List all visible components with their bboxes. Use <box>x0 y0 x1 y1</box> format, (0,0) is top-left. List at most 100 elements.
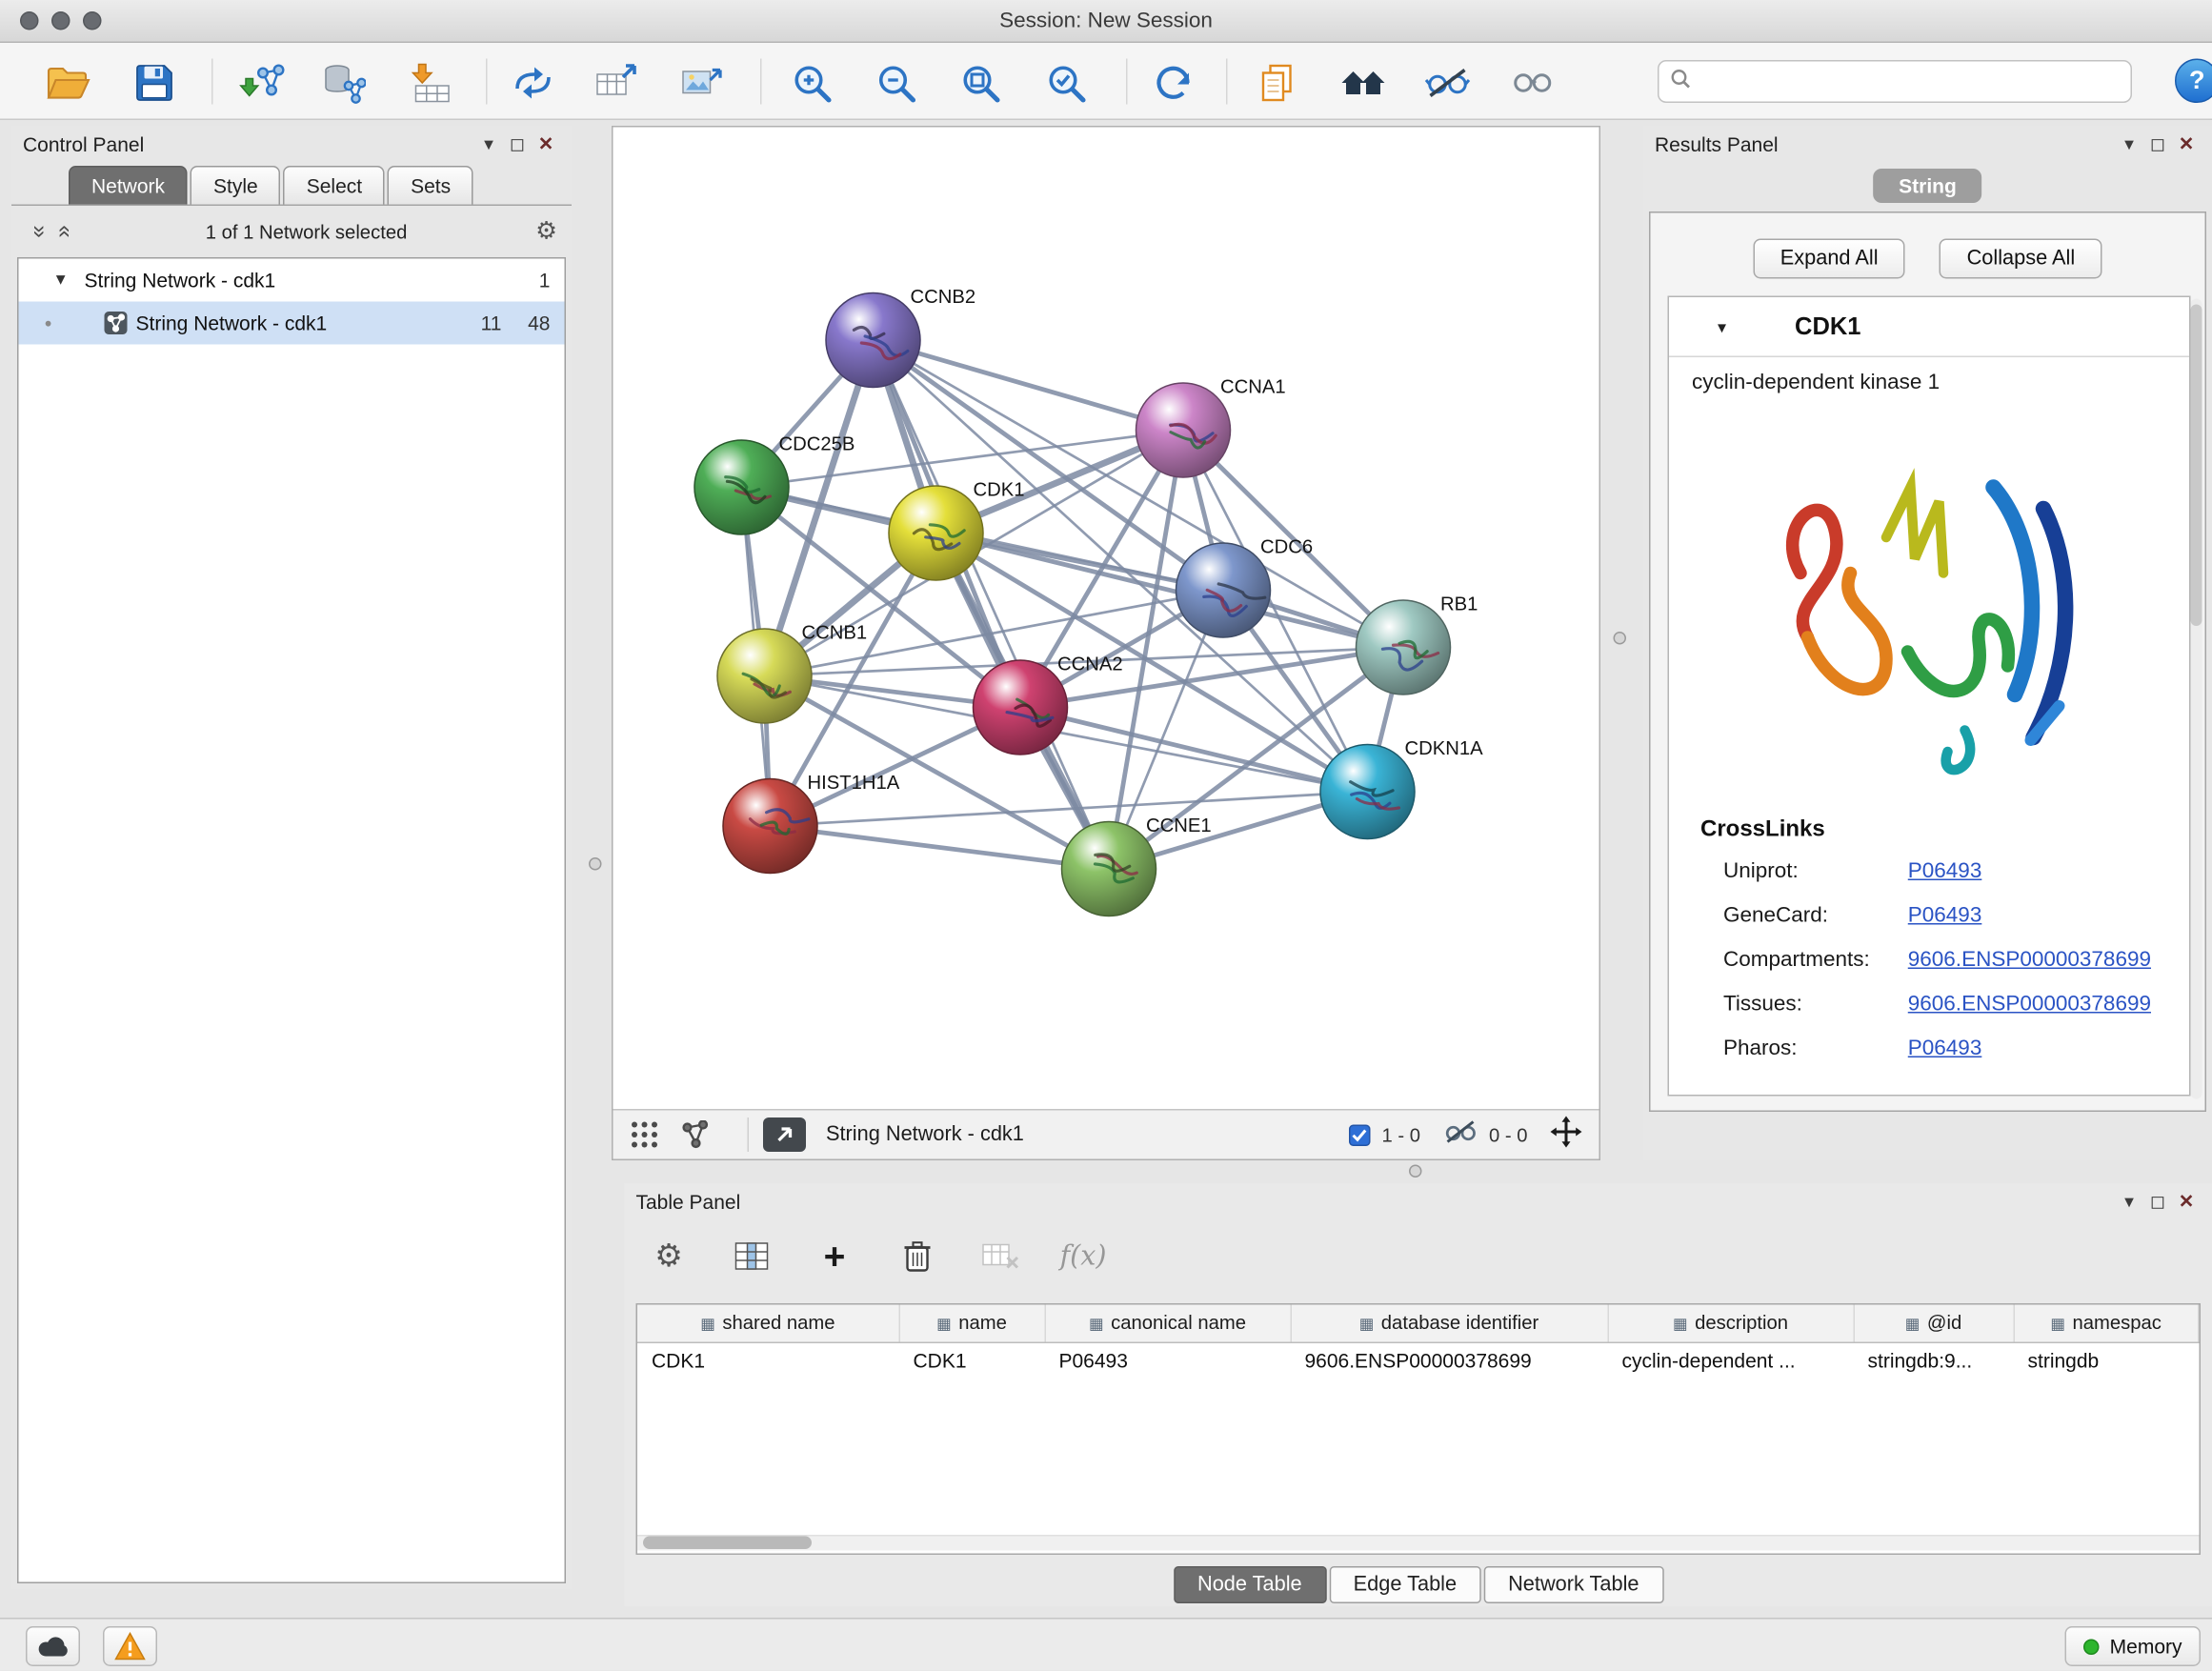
collapse-all-button[interactable]: Collapse All <box>1940 239 2102 279</box>
panel-float-icon[interactable]: ◻ <box>2143 133 2172 156</box>
network-graph[interactable]: CCNB2CCNA1CDC25BCDK1CDC6RB1CCNB1CCNA2CDK… <box>613 128 1599 1110</box>
cell-description[interactable]: cyclin-dependent ... <box>1608 1342 1854 1379</box>
panel-close-icon[interactable]: ✕ <box>2172 1191 2201 1214</box>
expand-all-icon[interactable]: » <box>51 219 77 245</box>
network-node-cdk1[interactable] <box>889 486 983 580</box>
zoom-out-icon[interactable] <box>871 57 922 109</box>
column-header-description[interactable]: ▦description <box>1608 1305 1854 1342</box>
memory-button[interactable]: Memory <box>2065 1626 2201 1666</box>
table-row[interactable]: CDK1 CDK1 P06493 9606.ENSP00000378699 cy… <box>637 1342 2199 1379</box>
zoom-in-icon[interactable] <box>786 57 837 109</box>
export-table-icon[interactable] <box>591 57 642 109</box>
table-options-gear-icon[interactable]: ⚙ <box>648 1235 691 1278</box>
splitter-grip[interactable] <box>1614 632 1627 645</box>
panel-close-icon[interactable]: ✕ <box>2172 133 2201 156</box>
network-tree-child-row[interactable]: ● String Network - cdk1 11 48 <box>19 302 565 345</box>
cell-canonical-name[interactable]: P06493 <box>1045 1342 1291 1379</box>
column-header-namespace[interactable]: ▦namespac <box>2014 1305 2199 1342</box>
results-scrollbar[interactable] <box>2191 299 2202 1099</box>
column-header-database-identifier[interactable]: ▦database identifier <box>1291 1305 1608 1342</box>
expand-all-button[interactable]: Expand All <box>1753 239 1905 279</box>
uniprot-link[interactable]: P06493 <box>1908 859 1982 884</box>
network-node-ccnb2[interactable] <box>826 293 920 388</box>
cell-name[interactable]: CDK1 <box>899 1342 1045 1379</box>
table-hscrollbar-thumb[interactable] <box>643 1537 812 1550</box>
cell-shared-name[interactable]: CDK1 <box>637 1342 899 1379</box>
cloud-button[interactable] <box>26 1626 80 1666</box>
network-node-hist1h1a[interactable] <box>723 779 817 874</box>
import-network-database-icon[interactable] <box>319 57 371 109</box>
save-session-icon[interactable] <box>129 57 180 109</box>
import-network-file-icon[interactable] <box>236 57 288 109</box>
zoom-selected-icon[interactable] <box>1040 57 1092 109</box>
network-node-ccnb1[interactable] <box>717 629 812 723</box>
hidden-eye-slash-icon[interactable] <box>1443 1118 1478 1152</box>
function-builder-icon[interactable]: f(x) <box>1062 1235 1105 1278</box>
network-edge[interactable] <box>771 826 1110 869</box>
tissues-link[interactable]: 9606.ENSP00000378699 <box>1908 992 2151 1017</box>
help-button[interactable]: ? <box>2175 59 2212 104</box>
section-expand-icon[interactable]: ▾ <box>1718 316 1726 336</box>
genecard-link[interactable]: P06493 <box>1908 903 1982 928</box>
network-node-ccne1[interactable] <box>1062 822 1156 916</box>
refresh-icon[interactable] <box>1148 57 1199 109</box>
warnings-button[interactable] <box>103 1626 157 1666</box>
tab-network[interactable]: Network <box>69 166 188 205</box>
hide-unhide-icon[interactable] <box>1422 57 1474 109</box>
column-header-canonical-name[interactable]: ▦canonical name <box>1045 1305 1291 1342</box>
tab-edge-table[interactable]: Edge Table <box>1329 1566 1480 1603</box>
network-node-cdkn1a[interactable] <box>1320 745 1415 839</box>
network-node-rb1[interactable] <box>1357 600 1451 695</box>
panel-close-icon[interactable]: ✕ <box>532 133 560 156</box>
panel-float-icon[interactable]: ◻ <box>2143 1191 2172 1214</box>
network-node-cdc6[interactable] <box>1176 543 1271 637</box>
birdseye-view-icon[interactable] <box>682 1120 711 1149</box>
home-icon[interactable] <box>1337 57 1389 109</box>
splitter-grip[interactable] <box>1409 1165 1422 1178</box>
collapse-all-icon[interactable]: » <box>26 219 51 245</box>
tree-expand-icon[interactable]: ▼ <box>53 272 76 289</box>
column-header-shared-name[interactable]: ▦shared name <box>637 1305 899 1342</box>
tab-select[interactable]: Select <box>284 166 385 205</box>
cell-namespace[interactable]: stringdb <box>2014 1342 2199 1379</box>
tab-node-table[interactable]: Node Table <box>1173 1566 1326 1603</box>
tab-sets[interactable]: Sets <box>388 166 473 205</box>
network-node-ccna2[interactable] <box>974 660 1068 755</box>
selected-checkbox-icon[interactable] <box>1349 1124 1371 1146</box>
tab-network-table[interactable]: Network Table <box>1484 1566 1663 1603</box>
network-canvas[interactable]: CCNB2CCNA1CDC25BCDK1CDC6RB1CCNB1CCNA2CDK… <box>613 128 1599 1110</box>
network-node-cdc25b[interactable] <box>694 440 789 534</box>
export-image-icon[interactable] <box>676 57 728 109</box>
column-header-id[interactable]: ▦@id <box>1854 1305 2014 1342</box>
show-columns-icon[interactable] <box>731 1235 774 1278</box>
search-input[interactable] <box>1699 70 2120 93</box>
copy-document-icon[interactable] <box>1252 57 1303 109</box>
network-tree-root-row[interactable]: ▼ String Network - cdk1 1 <box>19 259 565 302</box>
clone-network-icon[interactable] <box>508 57 559 109</box>
cell-database-identifier[interactable]: 9606.ENSP00000378699 <box>1291 1342 1608 1379</box>
delete-column-icon[interactable] <box>896 1235 939 1278</box>
network-options-gear-icon[interactable]: ⚙ <box>535 217 557 246</box>
pan-crosshair-icon[interactable] <box>1551 1116 1582 1155</box>
import-table-icon[interactable] <box>405 57 456 109</box>
grid-view-icon[interactable] <box>631 1120 659 1149</box>
add-column-icon[interactable]: + <box>814 1235 856 1278</box>
zoom-fit-icon[interactable] <box>955 57 1006 109</box>
tab-string[interactable]: String <box>1873 169 1982 203</box>
open-session-icon[interactable] <box>43 57 94 109</box>
protein-section-header[interactable]: ▾ CDK1 <box>1669 297 2189 357</box>
cell-id[interactable]: stringdb:9... <box>1854 1342 2014 1379</box>
pharos-link[interactable]: P06493 <box>1908 1037 1982 1061</box>
panel-collapse-icon[interactable]: ▾ <box>474 133 503 156</box>
network-node-ccna1[interactable] <box>1136 383 1231 477</box>
table-hscrollbar-track[interactable] <box>637 1535 2200 1551</box>
panel-float-icon[interactable]: ◻ <box>503 133 532 156</box>
detach-view-button[interactable] <box>763 1117 806 1152</box>
panel-collapse-icon[interactable]: ▾ <box>2115 133 2143 156</box>
panel-collapse-icon[interactable]: ▾ <box>2115 1191 2143 1214</box>
network-edge[interactable] <box>874 340 1110 869</box>
tab-style[interactable]: Style <box>191 166 281 205</box>
network-edge[interactable] <box>874 340 1184 431</box>
column-header-name[interactable]: ▦name <box>899 1305 1045 1342</box>
search-field[interactable] <box>1658 60 2132 103</box>
